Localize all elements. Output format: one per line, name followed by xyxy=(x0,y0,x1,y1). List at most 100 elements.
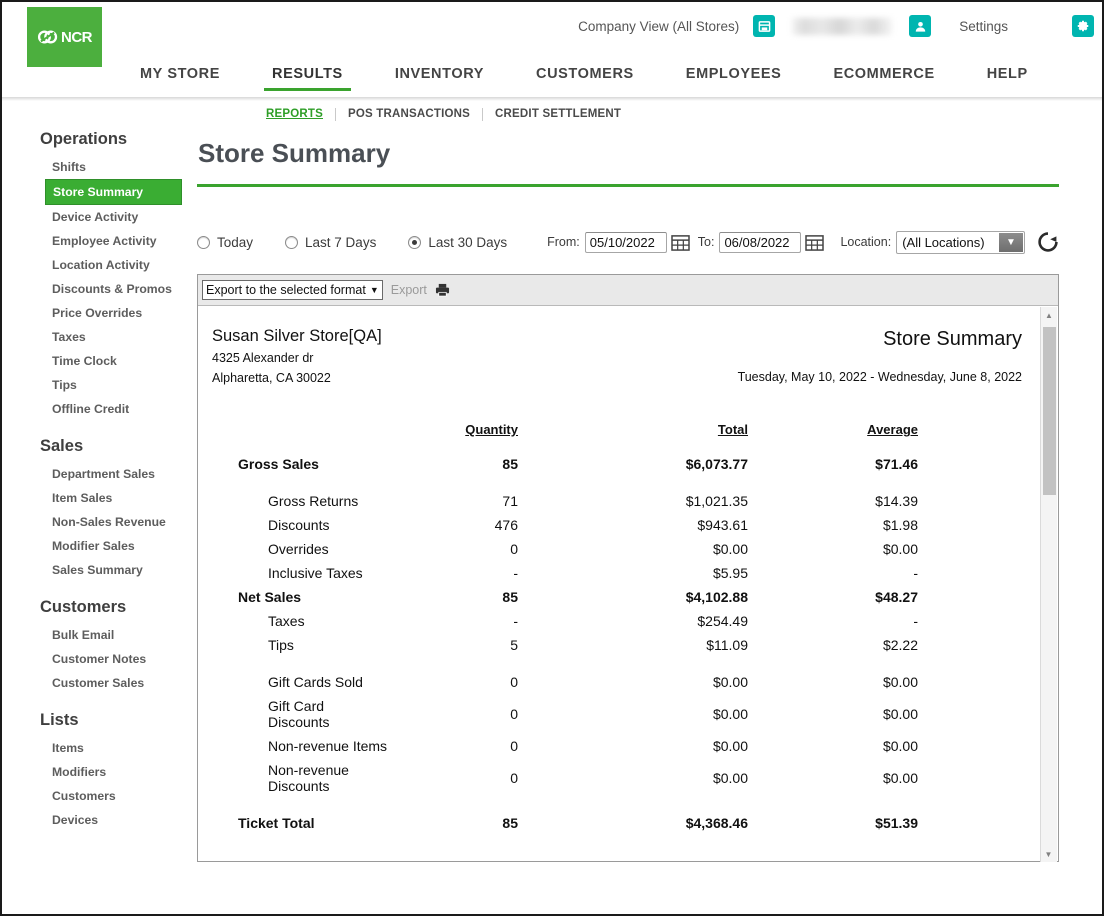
table-row: Inclusive Taxes - $5.95 - xyxy=(238,561,918,585)
scroll-up-arrow-icon[interactable]: ▲ xyxy=(1041,307,1057,323)
radio-last-7-days[interactable]: Last 7 Days xyxy=(285,235,376,250)
sidebar-item-customer-sales[interactable]: Customer Sales xyxy=(40,671,192,695)
row-quantity: 0 xyxy=(510,738,518,754)
sidebar-item-location-activity[interactable]: Location Activity xyxy=(40,253,192,277)
export-button[interactable]: Export xyxy=(391,283,427,297)
subnav-pos-transactions[interactable]: POS TRANSACTIONS xyxy=(335,107,482,121)
chevron-down-icon[interactable]: ▼ xyxy=(999,232,1023,252)
store-icon[interactable] xyxy=(753,15,776,37)
sidebar-item-bulk-email[interactable]: Bulk Email xyxy=(40,623,192,647)
location-select[interactable]: (All Locations) ▼ xyxy=(896,230,1025,254)
row-label: Gift Cards Sold xyxy=(268,674,363,690)
radio-today[interactable]: Today xyxy=(197,235,253,250)
scrollbar-thumb[interactable] xyxy=(1043,327,1056,495)
sidebar-item-tips[interactable]: Tips xyxy=(40,373,192,397)
sidebar-item-customers[interactable]: Customers xyxy=(40,784,192,808)
report-title: Store Summary xyxy=(883,328,1022,350)
calendar-icon[interactable] xyxy=(671,234,690,251)
sidebar-item-customer-notes[interactable]: Customer Notes xyxy=(40,647,192,671)
chevron-down-icon-export[interactable]: ▼ xyxy=(370,285,379,295)
sidebar-item-taxes[interactable]: Taxes xyxy=(40,325,192,349)
printer-icon[interactable] xyxy=(435,283,450,297)
nav-employees[interactable]: EMPLOYEES xyxy=(660,64,808,92)
row-total: $11.09 xyxy=(706,637,748,653)
main-content: Store Summary Today Last 7 Days Last 30 … xyxy=(192,126,1102,914)
row-total: $6,073.77 xyxy=(685,456,748,472)
ncr-mark-icon xyxy=(37,30,58,44)
sidebar-item-devices[interactable]: Devices xyxy=(40,808,192,832)
nav-results[interactable]: RESULTS xyxy=(246,64,369,92)
nav-customers[interactable]: CUSTOMERS xyxy=(510,64,660,92)
sidebar-group-lists: Lists xyxy=(40,711,79,729)
filter-bar: Today Last 7 Days Last 30 Days From: To: xyxy=(197,226,1059,258)
sidebar-item-discounts-promos[interactable]: Discounts & Promos xyxy=(40,277,192,301)
radio-today-input[interactable] xyxy=(197,235,210,249)
sidebar-item-offline-credit[interactable]: Offline Credit xyxy=(40,397,192,421)
location-select-value: (All Locations) xyxy=(902,234,985,250)
report-title-block: Store Summary Tuesday, May 10, 2022 - We… xyxy=(738,324,1022,388)
row-average: $14.39 xyxy=(875,493,918,509)
row-total: $943.61 xyxy=(697,517,748,533)
sidebar-group-customers: Customers xyxy=(40,598,127,616)
to-label: To: xyxy=(697,235,715,249)
row-label: Discounts xyxy=(268,517,330,533)
sidebar-item-department-sales[interactable]: Department Sales xyxy=(40,462,192,486)
row-label: Net Sales xyxy=(238,589,302,605)
user-name-redacted xyxy=(792,17,893,35)
from-label: From: xyxy=(547,235,580,249)
user-icon[interactable] xyxy=(909,15,932,37)
row-average: $0.00 xyxy=(882,706,918,722)
sidebar-group-sales: Sales xyxy=(40,437,84,455)
row-quantity: 85 xyxy=(502,589,518,605)
row-total: $4,368.46 xyxy=(685,815,748,831)
nav-inventory[interactable]: INVENTORY xyxy=(369,64,510,92)
scroll-down-arrow-icon[interactable]: ▼ xyxy=(1041,846,1056,862)
sidebar-item-modifier-sales[interactable]: Modifier Sales xyxy=(40,534,192,558)
gear-icon[interactable] xyxy=(1072,15,1094,37)
sidebar-item-employee-activity[interactable]: Employee Activity xyxy=(40,229,192,253)
radio-last-7-days-input[interactable] xyxy=(285,235,299,249)
ncr-logo[interactable]: NCR xyxy=(27,7,102,67)
to-date-input[interactable] xyxy=(719,231,802,253)
row-average: $51.39 xyxy=(875,815,918,831)
calendar-icon-to[interactable] xyxy=(805,234,825,251)
table-row: Ticket Total 85 $4,368.46 $51.39 xyxy=(238,798,918,835)
sidebar-item-price-overrides[interactable]: Price Overrides xyxy=(40,301,192,325)
refresh-icon[interactable] xyxy=(1037,231,1059,253)
settings-label[interactable]: Settings xyxy=(959,19,1008,34)
sidebar-item-device-activity[interactable]: Device Activity xyxy=(40,205,192,229)
report-scrollbar[interactable]: ▲ ▼ xyxy=(1040,307,1057,862)
row-total: $0.00 xyxy=(712,738,748,754)
row-average: - xyxy=(913,613,918,629)
row-quantity: 5 xyxy=(510,637,518,653)
row-total: $254.49 xyxy=(697,613,748,629)
row-total: $0.00 xyxy=(712,541,748,557)
row-label: Tips xyxy=(268,637,294,653)
nav-my-store[interactable]: MY STORE xyxy=(114,64,246,92)
radio-last-30-days-label: Last 30 Days xyxy=(428,234,508,250)
nav-help[interactable]: HELP xyxy=(961,64,1054,92)
table-header-row: Quantity Total Average xyxy=(238,422,918,443)
from-date-input[interactable] xyxy=(584,231,667,253)
table-row: Gift Card Discounts 0 $0.00 $0.00 xyxy=(238,694,918,734)
row-average: $0.00 xyxy=(882,738,918,754)
sidebar-item-shifts[interactable]: Shifts xyxy=(40,155,192,179)
export-format-select[interactable]: Export to the selected format ▼ xyxy=(202,280,383,300)
subnav-reports[interactable]: REPORTS xyxy=(266,108,335,121)
sidebar-item-items[interactable]: Items xyxy=(40,736,192,760)
sidebar-item-store-summary[interactable]: Store Summary xyxy=(45,179,182,205)
radio-last-30-days[interactable]: Last 30 Days xyxy=(408,235,507,250)
company-view-label: Company View (All Stores) xyxy=(578,18,740,34)
nav-ecommerce[interactable]: ECOMMERCE xyxy=(807,64,960,92)
sidebar-item-time-clock[interactable]: Time Clock xyxy=(40,349,192,373)
subnav-credit-settlement[interactable]: CREDIT SETTLEMENT xyxy=(482,107,633,121)
row-label: Inclusive Taxes xyxy=(268,565,363,581)
sidebar-item-modifiers[interactable]: Modifiers xyxy=(40,760,192,784)
sidebar-item-non-sales-revenue[interactable]: Non-Sales Revenue xyxy=(40,510,192,534)
sidebar-item-sales-summary[interactable]: Sales Summary xyxy=(40,558,192,582)
radio-last-30-days-input[interactable] xyxy=(408,235,422,249)
row-quantity: 0 xyxy=(510,674,518,690)
sidebar-item-item-sales[interactable]: Item Sales xyxy=(40,486,192,510)
row-average: $71.46 xyxy=(875,456,918,472)
export-toolbar: Export to the selected format ▼ Export xyxy=(198,275,1058,306)
